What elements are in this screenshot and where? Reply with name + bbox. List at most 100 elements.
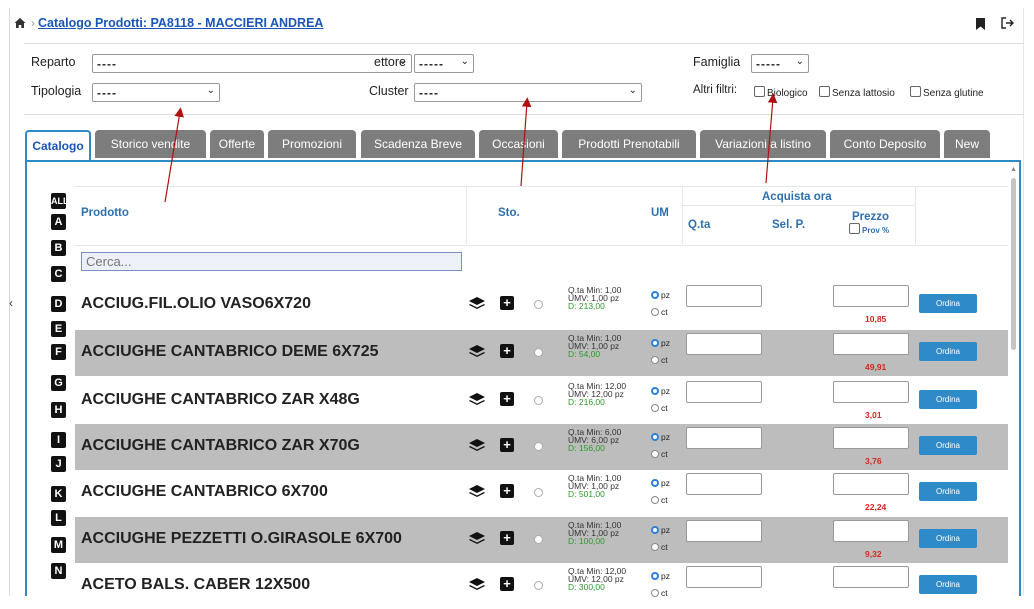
alpha-j[interactable]: J — [51, 456, 66, 472]
settore-select[interactable]: ----- ⌄ — [414, 54, 474, 73]
alpha-all[interactable]: ALL — [51, 193, 69, 209]
ordina-button[interactable]: Ordina — [919, 390, 977, 409]
product-name[interactable]: ACCIUG.FIL.OLIO VASO6X720 — [81, 295, 311, 313]
breadcrumb[interactable]: Catalogo Prodotti: PA8118 - MACCIERI AND… — [38, 16, 323, 30]
ordina-button[interactable]: Ordina — [919, 575, 977, 594]
quantity-input[interactable] — [686, 520, 762, 542]
ordina-button[interactable]: Ordina — [919, 342, 977, 361]
alpha-a[interactable]: A — [51, 214, 66, 230]
price-input[interactable] — [833, 566, 909, 588]
product-name[interactable]: ACCIUGHE PEZZETTI O.GIRASOLE 6X700 — [81, 530, 402, 548]
ordina-button[interactable]: Ordina — [919, 482, 977, 501]
product-name[interactable]: ACCIUGHE CANTABRICO 6X700 — [81, 483, 328, 501]
bookmark-icon[interactable] — [976, 18, 985, 30]
search-input[interactable]: Cerca... — [81, 252, 462, 271]
tab-promozioni[interactable]: Promozioni — [268, 130, 356, 158]
home-icon[interactable] — [14, 17, 26, 29]
select-radio[interactable] — [534, 348, 543, 357]
alpha-d[interactable]: D — [51, 296, 66, 312]
add-icon[interactable]: + — [500, 577, 514, 591]
ordina-button[interactable]: Ordina — [919, 294, 977, 313]
logout-icon[interactable] — [1001, 17, 1015, 29]
um-ct-option[interactable]: ct — [651, 539, 670, 556]
layers-icon[interactable] — [469, 532, 485, 546]
um-ct-option[interactable]: ct — [651, 304, 670, 321]
um-pz-option[interactable]: pz — [651, 429, 670, 446]
quantity-input[interactable] — [686, 285, 762, 307]
add-icon[interactable]: + — [500, 531, 514, 545]
alpha-m[interactable]: M — [51, 537, 66, 553]
add-icon[interactable]: + — [500, 344, 514, 358]
alpha-n[interactable]: N — [51, 563, 66, 579]
add-icon[interactable]: + — [500, 296, 514, 310]
select-radio[interactable] — [534, 442, 543, 451]
ordina-button[interactable]: Ordina — [919, 529, 977, 548]
prov-checkbox[interactable]: Prov % — [849, 223, 889, 235]
collapse-sidebar-icon[interactable]: ‹ — [9, 296, 13, 310]
famiglia-select[interactable]: ----- ⌄ — [751, 54, 809, 73]
alpha-i[interactable]: I — [51, 432, 66, 448]
select-radio[interactable] — [534, 581, 543, 590]
tab-occasioni[interactable]: Occasioni — [479, 130, 558, 158]
alpha-c[interactable]: C — [51, 266, 66, 282]
senza-glutine-checkbox[interactable]: Senza glutine — [910, 86, 984, 99]
tab-variazioni-listino[interactable]: Variazioni a listino — [700, 130, 826, 158]
um-pz-option[interactable]: pz — [651, 335, 670, 352]
quantity-input[interactable] — [686, 566, 762, 588]
layers-icon[interactable] — [469, 393, 485, 407]
tipologia-select[interactable]: ---- ⌄ — [92, 83, 220, 102]
um-pz-option[interactable]: pz — [651, 383, 670, 400]
alpha-e[interactable]: E — [51, 321, 66, 337]
price-input[interactable] — [833, 427, 909, 449]
reparto-select[interactable]: ---- ⌄ — [92, 54, 412, 73]
scroll-up-icon[interactable]: ▲ — [1010, 166, 1017, 173]
um-pz-option[interactable]: pz — [651, 475, 670, 492]
tab-offerte[interactable]: Offerte — [210, 130, 264, 158]
um-pz-option[interactable]: pz — [651, 568, 670, 585]
tab-new[interactable]: New — [944, 130, 990, 158]
alpha-g[interactable]: G — [51, 375, 66, 391]
tab-conto-deposito[interactable]: Conto Deposito — [830, 130, 940, 158]
cluster-select[interactable]: ---- ⌄ — [414, 83, 642, 102]
alpha-k[interactable]: K — [51, 486, 66, 502]
quantity-input[interactable] — [686, 333, 762, 355]
um-ct-option[interactable]: ct — [651, 400, 670, 417]
um-pz-option[interactable]: pz — [651, 522, 670, 539]
layers-icon[interactable] — [469, 578, 485, 592]
tab-scadenza-breve[interactable]: Scadenza Breve — [361, 130, 475, 158]
tab-prodotti-prenotabili[interactable]: Prodotti Prenotabili — [562, 130, 696, 158]
quantity-input[interactable] — [686, 427, 762, 449]
price-input[interactable] — [833, 473, 909, 495]
product-name[interactable]: ACCIUGHE CANTABRICO ZAR X48G — [81, 391, 360, 409]
select-radio[interactable] — [534, 300, 543, 309]
quantity-input[interactable] — [686, 381, 762, 403]
alpha-b[interactable]: B — [51, 240, 66, 256]
um-ct-option[interactable]: ct — [651, 352, 670, 369]
alpha-l[interactable]: L — [51, 510, 66, 526]
ordina-button[interactable]: Ordina — [919, 436, 977, 455]
biologico-checkbox[interactable]: Biologico — [754, 86, 808, 99]
product-name[interactable]: ACETO BALS. CABER 12X500 — [81, 576, 310, 594]
layers-icon[interactable] — [469, 345, 485, 359]
alpha-f[interactable]: F — [51, 344, 66, 360]
layers-icon[interactable] — [469, 439, 485, 453]
add-icon[interactable]: + — [500, 392, 514, 406]
price-input[interactable] — [833, 285, 909, 307]
scrollbar-thumb[interactable] — [1011, 178, 1016, 350]
product-name[interactable]: ACCIUGHE CANTABRICO DEME 6X725 — [81, 343, 379, 361]
select-radio[interactable] — [534, 535, 543, 544]
alpha-h[interactable]: H — [51, 402, 66, 418]
um-ct-option[interactable]: ct — [651, 492, 670, 509]
quantity-input[interactable] — [686, 473, 762, 495]
senza-lattosio-checkbox[interactable]: Senza lattosio — [819, 86, 895, 99]
price-input[interactable] — [833, 381, 909, 403]
select-radio[interactable] — [534, 488, 543, 497]
tab-catalogo[interactable]: Catalogo — [25, 130, 91, 160]
layers-icon[interactable] — [469, 297, 485, 311]
product-name[interactable]: ACCIUGHE CANTABRICO ZAR X70G — [81, 437, 360, 455]
add-icon[interactable]: + — [500, 438, 514, 452]
um-ct-option[interactable]: ct — [651, 585, 670, 602]
price-input[interactable] — [833, 333, 909, 355]
um-pz-option[interactable]: pz — [651, 287, 670, 304]
tab-storico-vendite[interactable]: Storico vendite — [95, 130, 206, 158]
